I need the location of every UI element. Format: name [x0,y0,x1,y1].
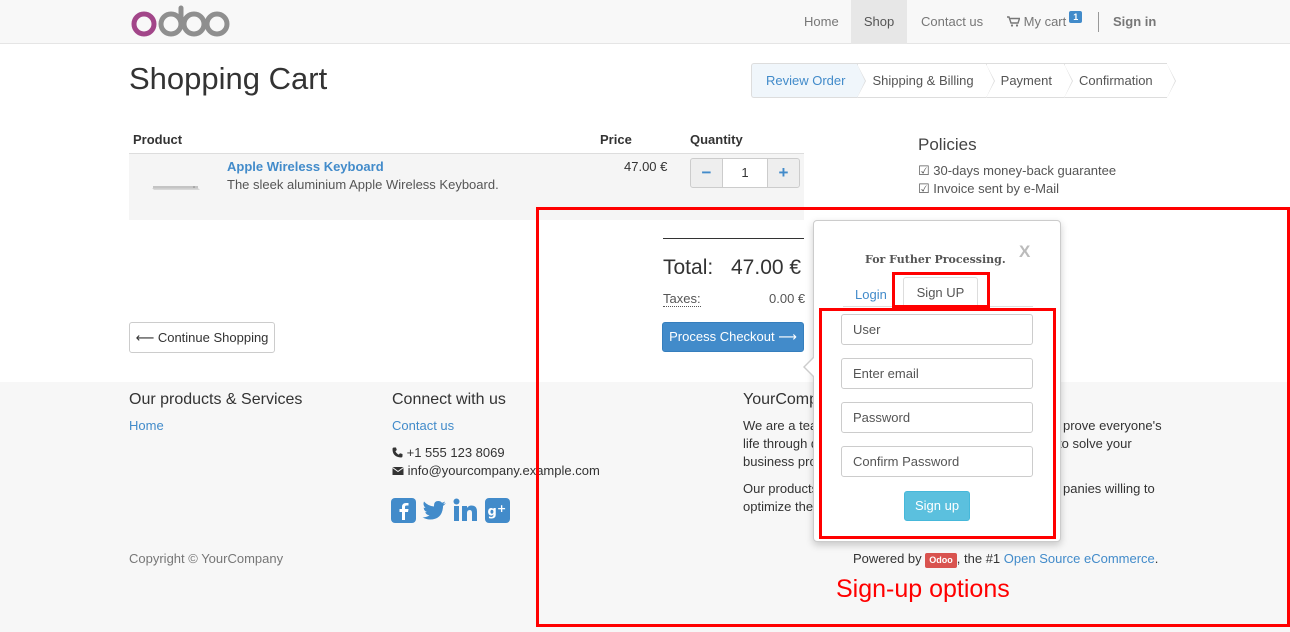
footer-company-text: life through d [743,436,819,451]
confirm-password-input[interactable] [841,446,1033,477]
product-description: The sleek aluminium Apple Wireless Keybo… [227,177,499,192]
cart-count-badge: 1 [1069,11,1083,23]
footer-email-text: info@yourcompany.example.com [407,463,600,478]
footer-company-text: Our products [743,481,819,496]
increase-quantity-button[interactable]: + [767,158,800,188]
nav-my-cart[interactable]: My cart 1 [1007,0,1083,44]
close-icon[interactable]: X [1019,242,1030,262]
quantity-stepper: − 1 + [690,158,800,188]
header-quantity: Quantity [690,132,743,147]
svg-text:g: g [488,505,497,520]
sign-in-link[interactable]: Sign in [1113,0,1156,44]
checkout-wizard: Review Order Shipping & Billing Payment … [751,63,1176,98]
footer-company-text: business pro [743,454,817,469]
user-input[interactable] [841,314,1033,345]
footer-company-text: prove everyone's [1063,418,1162,433]
footer-phone-text: +1 555 123 8069 [406,445,505,460]
odoo-badge[interactable]: Odoo [925,553,957,568]
quantity-input[interactable]: 1 [723,158,767,188]
shopping-cart-icon [1007,16,1021,27]
page-title: Shopping Cart [129,61,328,96]
footer-connect-title: Connect with us [392,391,506,408]
footer-email: info@yourcompany.example.com [392,462,600,480]
tab-login[interactable]: Login [855,287,887,302]
continue-shopping-button[interactable]: ⟵ Continue Shopping [129,322,275,353]
process-checkout-button[interactable]: Process Checkout ⟶ [662,322,804,352]
total-value: 47.00 € [731,256,802,279]
taxes-label: Taxes: [663,291,701,307]
google-plus-icon[interactable]: g + [485,498,510,523]
nav-contact-us[interactable]: Contact us [921,0,983,44]
twitter-icon[interactable] [422,498,447,523]
total-label: Total: [663,256,714,279]
header-product: Product [133,132,183,147]
product-image[interactable] [150,178,202,192]
email-input[interactable] [841,358,1033,389]
footer-contact-link[interactable]: Contact us [392,418,454,433]
taxes-value: 0.00 € [769,291,806,306]
nav-shop[interactable]: Shop [851,0,907,44]
phone-icon [392,447,403,458]
footer-company-text: We are a tea [743,418,818,433]
wizard-step-payment[interactable]: Payment [985,63,1074,98]
odoo-logo[interactable] [131,4,231,38]
annotation-label: Sign-up options [836,575,1010,603]
popover-arrow-fill [805,357,815,377]
total-divider [663,238,804,239]
tab-sign-up[interactable]: Sign UP [903,277,978,307]
open-source-ecommerce-link[interactable]: Open Source eCommerce [1004,551,1155,566]
sign-up-button[interactable]: Sign up [904,491,970,521]
navbar: Home Shop Contact us My cart 1 Sign in [0,0,1290,44]
copyright-text: Copyright © YourCompany [129,551,284,566]
my-cart-label: My cart [1023,14,1067,29]
powered-by-suffix: . [1154,551,1159,566]
footer-products-title: Our products & Services [129,391,303,408]
wizard-step-confirmation[interactable]: Confirmation [1063,63,1176,98]
powered-by: Powered by Odoo, the #1 Open Source eCom… [853,551,1158,568]
policies-title: Policies [918,135,977,154]
footer-home-link[interactable]: Home [129,418,164,433]
header-price: Price [600,132,632,147]
popover-title: For Futher Processing. [865,253,1006,266]
nav-separator [1098,12,1099,32]
password-input[interactable] [841,402,1033,433]
facebook-icon[interactable] [391,498,416,523]
envelope-icon [392,467,404,475]
footer-company-text: optimize thei [743,499,816,514]
decrease-quantity-button[interactable]: − [690,158,723,188]
policy-item: ☑ Invoice sent by e-Mail [918,181,1059,196]
svg-text:+: + [497,502,506,515]
wizard-step-shipping-billing[interactable]: Shipping & Billing [857,63,995,98]
powered-by-prefix: Powered by [853,551,922,566]
nav-home[interactable]: Home [804,0,839,44]
footer-company-title: YourComp [743,391,819,408]
product-name-link[interactable]: Apple Wireless Keyboard [227,159,384,174]
powered-by-middle: , the #1 [956,551,1001,566]
footer-company-text: to solve your [1058,436,1132,451]
product-price: 47.00 € [624,159,668,174]
linkedin-icon[interactable] [453,498,478,523]
footer-phone: +1 555 123 8069 [392,444,505,462]
footer-company-text: panies willing to [1063,481,1155,496]
wizard-step-review-order[interactable]: Review Order [751,63,867,98]
policy-item: ☑ 30-days money-back guarantee [918,163,1117,178]
